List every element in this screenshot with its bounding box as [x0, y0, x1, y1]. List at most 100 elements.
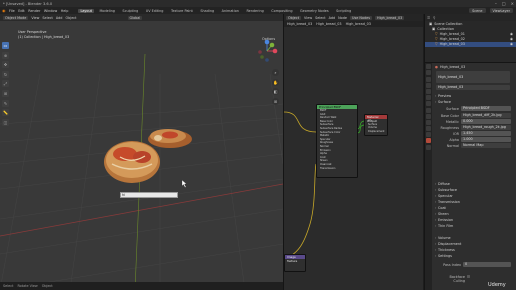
- grid-icon[interactable]: ⊞: [272, 97, 279, 105]
- material-tab-icon[interactable]: [426, 138, 431, 144]
- scene-selector[interactable]: Scene: [469, 8, 486, 13]
- cursor-icon[interactable]: ⊕: [2, 51, 9, 59]
- section-sheen[interactable]: Sheen: [434, 211, 516, 216]
- backface-culling-checkbox[interactable]: [467, 275, 470, 278]
- close-button[interactable]: ×: [511, 1, 514, 6]
- menu-window[interactable]: Window: [44, 9, 57, 13]
- render-tab-icon[interactable]: [426, 70, 431, 76]
- outliner-row[interactable]: ▽ High_bread_03 ◉: [425, 42, 516, 47]
- view-layer-tab-icon[interactable]: [426, 82, 431, 88]
- text-input-field[interactable]: hi: [120, 192, 178, 198]
- alpha-field[interactable]: 1.000: [461, 137, 511, 142]
- shader-node-editor[interactable]: Object View Select Add Node Use Nodes Hi…: [283, 14, 423, 290]
- roughness-texture[interactable]: High_bread_rough_2k.jpg: [461, 125, 511, 130]
- tab-geometry-nodes[interactable]: Geometry Nodes: [298, 9, 331, 13]
- outliner-row[interactable]: ▽ High_bread_02 ◉: [425, 37, 516, 42]
- section-transmission[interactable]: Transmission: [434, 199, 516, 204]
- particles-tab-icon[interactable]: [426, 113, 431, 119]
- section-preview[interactable]: Preview: [434, 93, 516, 98]
- outliner-row[interactable]: ▽ High_bread_01 ◉: [425, 32, 516, 37]
- ior-field[interactable]: 1.450: [461, 131, 511, 136]
- tab-uv-editing[interactable]: UV Editing: [144, 9, 166, 13]
- menu-file[interactable]: File: [9, 9, 15, 13]
- constraints-tab-icon[interactable]: [426, 126, 431, 132]
- pass-index-field[interactable]: 0: [463, 262, 511, 267]
- properties-panel[interactable]: ● High_bread_03 High_bread_03 High_bread…: [424, 62, 516, 290]
- visibility-eye-icon[interactable]: ◉: [510, 37, 513, 41]
- minimize-button[interactable]: –: [495, 1, 497, 6]
- section-thickness[interactable]: Thickness: [434, 247, 516, 252]
- tool-tab-icon[interactable]: [426, 64, 431, 70]
- tab-animation[interactable]: Animation: [220, 9, 241, 13]
- menu-add[interactable]: Add: [56, 16, 63, 20]
- tab-shading[interactable]: Shading: [198, 9, 216, 13]
- principled-bsdf-node[interactable]: Principled BSDF BSDF GGX Random Walk Bas…: [316, 104, 358, 178]
- material-slot-item[interactable]: High_bread_03: [438, 75, 463, 79]
- section-settings[interactable]: Settings: [434, 253, 516, 258]
- object-tab-icon[interactable]: [426, 101, 431, 107]
- camera-icon[interactable]: ◧: [272, 88, 279, 95]
- annotate-icon[interactable]: ✎: [2, 99, 9, 107]
- outliner-filter-icon[interactable]: ⚲: [433, 16, 435, 20]
- menu-help[interactable]: Help: [61, 9, 69, 13]
- section-displacement[interactable]: Displacement: [434, 241, 516, 246]
- section-emission[interactable]: Emission: [434, 217, 516, 222]
- menu-edit[interactable]: Edit: [18, 9, 25, 13]
- metallic-field[interactable]: 0.000: [461, 119, 511, 124]
- tab-modeling[interactable]: Modeling: [97, 9, 116, 13]
- output-tab-icon[interactable]: [426, 76, 431, 82]
- tab-scripting[interactable]: Scripting: [334, 9, 353, 13]
- menu-object[interactable]: Object: [65, 16, 76, 20]
- scale-icon[interactable]: ⤢: [2, 80, 9, 88]
- image-texture-node[interactable]: Image Texture: [284, 254, 306, 272]
- menu-select[interactable]: Select: [42, 16, 52, 20]
- section-surface[interactable]: Surface: [434, 99, 516, 104]
- navigation-gizmo[interactable]: [253, 38, 281, 64]
- tab-compositing[interactable]: Compositing: [269, 9, 294, 13]
- surface-shader-selector[interactable]: Principled BSDF: [461, 106, 511, 111]
- material-slot-list[interactable]: High_bread_03: [436, 71, 510, 83]
- physics-tab-icon[interactable]: [426, 119, 431, 125]
- view-layer-selector[interactable]: ViewLayer: [489, 8, 513, 13]
- select-box-icon[interactable]: ▭: [2, 42, 9, 49]
- mode-selector[interactable]: Object Mode: [3, 15, 29, 20]
- world-tab-icon[interactable]: [426, 95, 431, 101]
- zoom-icon[interactable]: ⌕: [272, 69, 279, 76]
- menu-render[interactable]: Render: [28, 9, 40, 13]
- transform-icon[interactable]: ⊞: [2, 89, 9, 97]
- modifier-tab-icon[interactable]: [426, 107, 431, 113]
- visibility-eye-icon[interactable]: ◉: [510, 42, 513, 46]
- tab-texture-paint[interactable]: Texture Paint: [169, 9, 195, 13]
- tab-layout[interactable]: Layout: [78, 8, 94, 13]
- material-datablock-selector[interactable]: High_bread_03: [436, 85, 510, 90]
- rotate-icon[interactable]: ↻: [2, 70, 9, 78]
- outliner-row[interactable]: ▣ Collection: [425, 27, 516, 32]
- outliner-panel[interactable]: ☰ ⚲ ▣ Scene Collection ▣ Collection ▽ Hi…: [424, 14, 516, 62]
- section-subsurface[interactable]: Subsurface: [434, 187, 516, 192]
- tab-rendering[interactable]: Rendering: [244, 9, 265, 13]
- normal-map-selector[interactable]: Normal Map: [461, 143, 511, 148]
- visibility-eye-icon[interactable]: ◉: [510, 32, 513, 36]
- section-thin-film[interactable]: Thin Film: [434, 223, 516, 228]
- move-icon[interactable]: ✥: [2, 61, 9, 69]
- menu-view[interactable]: View: [31, 16, 39, 20]
- section-specular[interactable]: Specular: [434, 193, 516, 198]
- tab-sculpting[interactable]: Sculpting: [120, 9, 140, 13]
- maximize-button[interactable]: □: [502, 1, 506, 6]
- add-cube-icon[interactable]: ◫: [2, 118, 9, 126]
- data-tab-icon[interactable]: [426, 132, 431, 138]
- section-coat[interactable]: Coat: [434, 205, 516, 210]
- base-color-texture[interactable]: High_bread_diff_2k.jpg: [461, 113, 511, 118]
- outliner-display-icon[interactable]: ☰: [427, 16, 430, 20]
- texture-tab-icon[interactable]: [426, 144, 431, 150]
- 3d-viewport[interactable]: Object Mode View Select Add Object Globa…: [0, 14, 283, 290]
- transform-orientation-selector[interactable]: Global: [127, 15, 143, 20]
- pan-hand-icon[interactable]: ✋: [272, 78, 279, 86]
- material-output-node[interactable]: Material Output All Surface Volume Displ…: [364, 114, 388, 136]
- scene-tab-icon[interactable]: [426, 88, 431, 94]
- section-volume[interactable]: Volume: [434, 235, 516, 240]
- blender-logo-icon[interactable]: ◉: [2, 8, 6, 13]
- measure-icon[interactable]: 📏: [2, 109, 9, 117]
- section-diffuse[interactable]: Diffuse: [434, 181, 516, 186]
- outliner-row[interactable]: ▣ Scene Collection: [425, 22, 516, 27]
